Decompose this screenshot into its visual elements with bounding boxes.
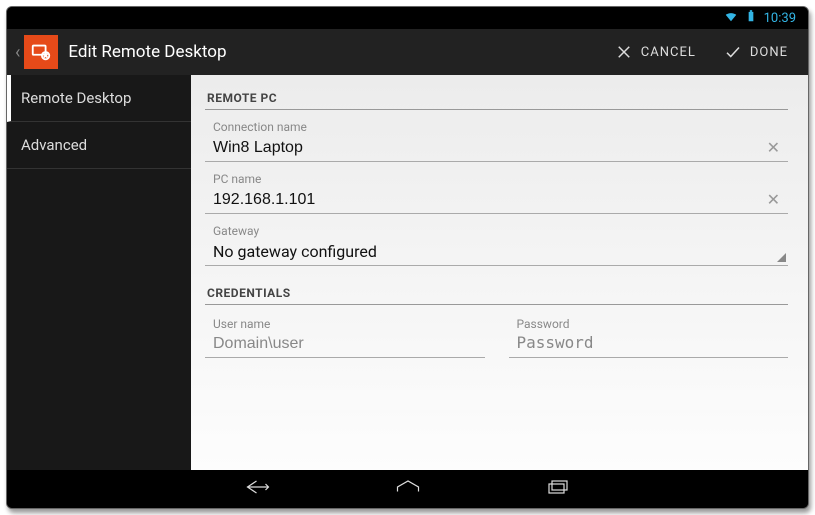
password-label: Password bbox=[509, 317, 789, 331]
clock: 10:39 bbox=[764, 11, 796, 26]
gateway-label: Gateway bbox=[205, 224, 788, 238]
wifi-icon bbox=[724, 9, 738, 27]
form-panel: REMOTE PC Connection name ✕ PC name ✕ Ga… bbox=[191, 75, 808, 470]
nav-home-icon[interactable] bbox=[393, 476, 423, 502]
sidebar-item-label: Advanced bbox=[21, 136, 87, 154]
app-icon bbox=[24, 35, 58, 69]
cancel-button[interactable]: CANCEL bbox=[615, 43, 696, 61]
sidebar-item-remote-desktop[interactable]: Remote Desktop bbox=[7, 75, 191, 122]
gateway-dropdown[interactable]: No gateway configured bbox=[205, 238, 788, 266]
sidebar-item-label: Remote Desktop bbox=[21, 89, 131, 107]
nav-back-icon[interactable] bbox=[243, 476, 273, 502]
pc-name-label: PC name bbox=[205, 172, 788, 186]
connection-name-label: Connection name bbox=[205, 120, 788, 134]
clear-pc-name-icon[interactable]: ✕ bbox=[761, 190, 786, 209]
password-input[interactable] bbox=[509, 331, 789, 358]
section-header-credentials: CREDENTIALS bbox=[205, 280, 788, 305]
done-label: DONE bbox=[750, 45, 788, 60]
username-label: User name bbox=[205, 317, 485, 331]
gateway-value: No gateway configured bbox=[213, 242, 777, 261]
nav-recent-icon[interactable] bbox=[543, 476, 573, 502]
battery-icon bbox=[744, 9, 758, 27]
pc-name-input[interactable] bbox=[213, 191, 761, 209]
username-input[interactable] bbox=[205, 331, 485, 358]
done-button[interactable]: DONE bbox=[724, 43, 788, 61]
sidebar-item-advanced[interactable]: Advanced bbox=[7, 122, 191, 169]
page-title: Edit Remote Desktop bbox=[68, 42, 614, 62]
dropdown-triangle-icon bbox=[777, 253, 786, 262]
status-bar: 10:39 bbox=[7, 7, 808, 29]
close-icon bbox=[615, 43, 633, 61]
section-header-remote-pc: REMOTE PC bbox=[205, 85, 788, 110]
action-bar: ‹ Edit Remote Desktop CANCEL DONE bbox=[7, 29, 808, 75]
nav-bar bbox=[7, 470, 808, 508]
cancel-label: CANCEL bbox=[641, 45, 696, 60]
check-icon bbox=[724, 43, 742, 61]
back-chevron-icon[interactable]: ‹ bbox=[11, 42, 24, 63]
sidebar: Remote Desktop Advanced bbox=[7, 75, 191, 470]
connection-name-input[interactable] bbox=[213, 139, 761, 157]
clear-connection-name-icon[interactable]: ✕ bbox=[761, 138, 786, 157]
